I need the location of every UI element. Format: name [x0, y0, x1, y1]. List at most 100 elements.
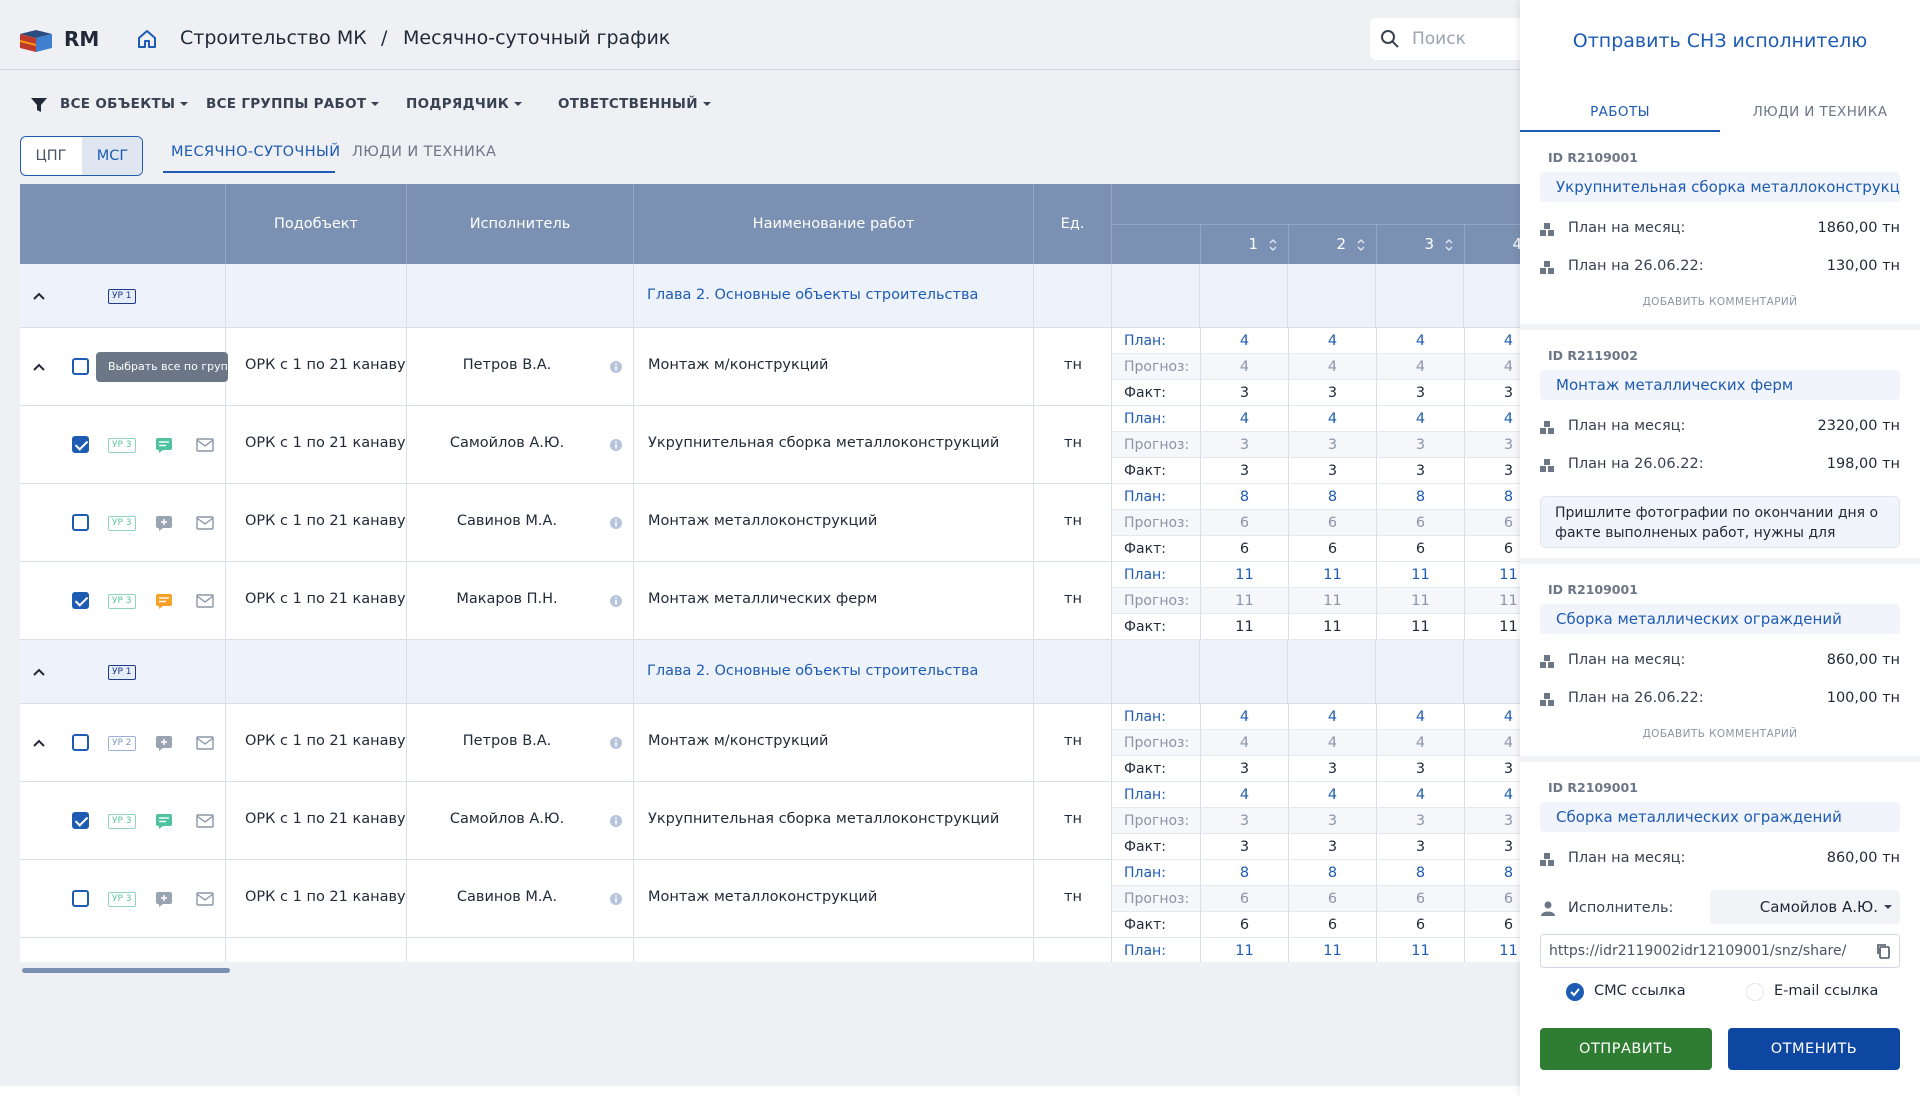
plan-value-day-2[interactable]: 4 — [1288, 782, 1376, 808]
fact-value-day-4[interactable]: 11 — [1464, 614, 1520, 640]
panel-tab-works[interactable]: РАБОТЫ — [1520, 92, 1720, 132]
fact-value-day-4[interactable]: 3 — [1464, 834, 1520, 860]
fact-value-day-1[interactable]: 11 — [1200, 614, 1288, 640]
filter-work-groups[interactable]: ВСЕ ГРУППЫ РАБОТ — [206, 96, 380, 112]
info-icon[interactable] — [609, 360, 623, 374]
sms-link-label[interactable]: СМС ссылка — [1594, 983, 1686, 999]
plan-value-day-3[interactable]: 4 — [1376, 406, 1464, 432]
horizontal-scrollbar[interactable] — [22, 968, 230, 973]
mail-icon[interactable] — [196, 594, 214, 608]
fact-value-day-2[interactable]: 6 — [1288, 536, 1376, 562]
plan-value-day-3[interactable]: 4 — [1376, 782, 1464, 808]
plan-value-day-1[interactable]: 4 — [1200, 328, 1288, 354]
info-icon[interactable] — [609, 736, 623, 750]
fact-value-day-3[interactable]: 6 — [1376, 912, 1464, 938]
card-work-name[interactable]: Сборка металлических ограждений — [1540, 604, 1900, 634]
row-checkbox[interactable] — [72, 436, 89, 453]
fact-value-day-2[interactable]: 11 — [1288, 614, 1376, 640]
fact-value-day-4[interactable]: 3 — [1464, 458, 1520, 484]
sort-icon[interactable] — [1356, 238, 1366, 252]
plan-value-day-1[interactable]: 11 — [1200, 562, 1288, 588]
row-checkbox[interactable] — [72, 358, 89, 375]
fact-value-day-3[interactable]: 6 — [1376, 536, 1464, 562]
chevron-up-icon[interactable] — [32, 738, 46, 748]
fact-value-day-3[interactable]: 3 — [1376, 458, 1464, 484]
fact-value-day-2[interactable]: 3 — [1288, 458, 1376, 484]
fact-value-day-2[interactable]: 3 — [1288, 380, 1376, 406]
add-comment-link[interactable]: ДОБАВИТЬ КОММЕНТАРИЙ — [1520, 728, 1920, 740]
row-checkbox[interactable] — [72, 890, 89, 907]
chapter-title[interactable]: Глава 2. Основные объекты строительства — [647, 287, 978, 303]
plan-value-day-4[interactable]: 4 — [1464, 704, 1520, 730]
chapter-title[interactable]: Глава 2. Основные объекты строительства — [647, 663, 978, 679]
sms-link-radio[interactable] — [1566, 983, 1584, 1001]
comment-icon[interactable] — [155, 436, 173, 454]
mail-icon[interactable] — [196, 892, 214, 906]
info-icon[interactable] — [609, 594, 623, 608]
plan-value-day-3[interactable]: 4 — [1376, 328, 1464, 354]
toggle-msg[interactable]: МСГ — [82, 137, 142, 175]
day-header-1[interactable]: 1 — [1200, 224, 1288, 264]
plan-value-day-1[interactable]: 4 — [1200, 704, 1288, 730]
fact-value-day-2[interactable]: 3 — [1288, 834, 1376, 860]
toggle-cpg[interactable]: ЦПГ — [21, 137, 81, 175]
plan-value-day-4[interactable]: 4 — [1464, 782, 1520, 808]
fact-value-day-2[interactable]: 6 — [1288, 912, 1376, 938]
info-icon[interactable] — [609, 438, 623, 452]
plan-value-day-1[interactable]: 8 — [1200, 484, 1288, 510]
fact-value-day-1[interactable]: 6 — [1200, 912, 1288, 938]
plan-value-day-2[interactable]: 4 — [1288, 406, 1376, 432]
executor-select[interactable]: Самойлов А.Ю. — [1710, 890, 1900, 924]
plan-value-day-4[interactable]: 4 — [1464, 406, 1520, 432]
add-comment-link[interactable]: ДОБАВИТЬ КОММЕНТАРИЙ — [1520, 296, 1920, 308]
mail-icon[interactable] — [196, 438, 214, 452]
plan-value-day-4[interactable]: 4 — [1464, 328, 1520, 354]
search-input[interactable]: Поиск — [1412, 29, 1466, 49]
fact-value-day-4[interactable]: 6 — [1464, 912, 1520, 938]
filter-contractor[interactable]: ПОДРЯДЧИК — [406, 96, 523, 112]
comment-icon[interactable] — [155, 592, 173, 610]
email-link-radio[interactable] — [1746, 983, 1764, 1001]
breadcrumb-root[interactable]: Строительство МК — [180, 27, 367, 49]
fact-value-day-1[interactable]: 3 — [1200, 380, 1288, 406]
plan-value-day-3[interactable]: 11 — [1376, 562, 1464, 588]
fact-value-day-1[interactable]: 6 — [1200, 536, 1288, 562]
fact-value-day-3[interactable]: 3 — [1376, 380, 1464, 406]
chevron-up-icon[interactable] — [32, 362, 46, 372]
info-icon[interactable] — [609, 814, 623, 828]
card-work-name[interactable]: Монтаж металлических ферм — [1540, 370, 1900, 400]
plan-value-day-2[interactable]: 8 — [1288, 484, 1376, 510]
plan-value-day-2[interactable]: 11 — [1288, 938, 1376, 962]
card-comment[interactable]: Пришлите фотографии по окончании дня о ф… — [1540, 496, 1900, 548]
day-header-4[interactable]: 4 — [1464, 224, 1520, 264]
sort-icon[interactable] — [1444, 238, 1454, 252]
comment-icon[interactable] — [155, 812, 173, 830]
card-work-name[interactable]: Сборка металлических ограждений — [1540, 802, 1900, 832]
chevron-up-icon[interactable] — [32, 667, 46, 677]
add-comment-icon[interactable] — [155, 514, 173, 532]
plan-value-day-1[interactable]: 4 — [1200, 782, 1288, 808]
fact-value-day-1[interactable]: 3 — [1200, 834, 1288, 860]
plan-value-day-2[interactable]: 4 — [1288, 704, 1376, 730]
cancel-button[interactable]: ОТМЕНИТЬ — [1728, 1028, 1900, 1070]
mail-icon[interactable] — [196, 814, 214, 828]
tab-people[interactable]: ЛЮДИ И ТЕХНИКА — [352, 144, 496, 160]
plan-value-day-3[interactable]: 4 — [1376, 704, 1464, 730]
row-checkbox[interactable] — [72, 592, 89, 609]
plan-value-day-4[interactable]: 8 — [1464, 484, 1520, 510]
home-icon[interactable] — [136, 28, 158, 50]
plan-value-day-4[interactable]: 8 — [1464, 860, 1520, 886]
plan-value-day-2[interactable]: 8 — [1288, 860, 1376, 886]
chevron-up-icon[interactable] — [32, 291, 46, 301]
day-header-2[interactable]: 2 — [1288, 224, 1376, 264]
filter-objects[interactable]: ВСЕ ОБЪЕКТЫ — [60, 96, 189, 112]
copy-icon[interactable] — [1876, 943, 1892, 959]
row-checkbox[interactable] — [72, 734, 89, 751]
fact-value-day-4[interactable]: 6 — [1464, 536, 1520, 562]
fact-value-day-3[interactable]: 3 — [1376, 756, 1464, 782]
sort-icon[interactable] — [1268, 238, 1278, 252]
plan-value-day-3[interactable]: 11 — [1376, 938, 1464, 962]
plan-value-day-2[interactable]: 4 — [1288, 328, 1376, 354]
row-checkbox[interactable] — [72, 812, 89, 829]
fact-value-day-1[interactable]: 3 — [1200, 458, 1288, 484]
